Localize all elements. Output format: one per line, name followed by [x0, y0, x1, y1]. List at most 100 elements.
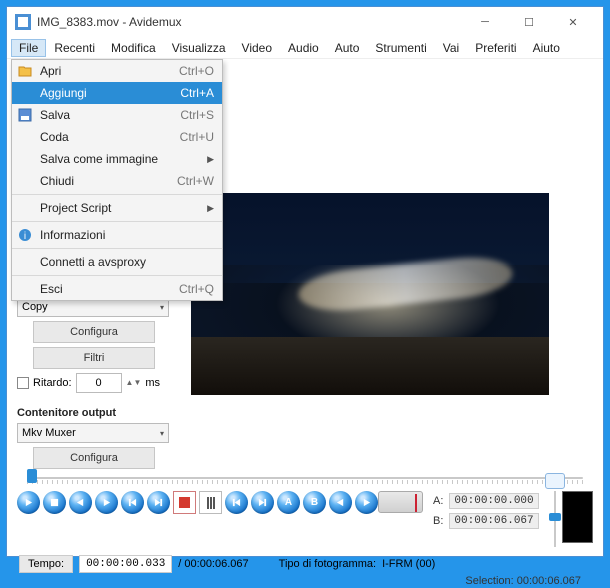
time-total: / 00:00:06.067	[178, 558, 248, 570]
menuitem-label: Connetti a avsproxy	[40, 255, 146, 269]
menuitem-label: Esci	[40, 282, 63, 296]
timeline-thumb[interactable]	[27, 469, 37, 483]
shortcut: Ctrl+W	[177, 174, 214, 188]
menuitem-queue[interactable]: Coda Ctrl+U	[12, 126, 222, 148]
maximize-button[interactable]: ☐	[507, 8, 551, 36]
marker-a-label: A:	[433, 495, 443, 507]
audio-configure-button[interactable]: Configura	[33, 321, 155, 343]
jog-wheel[interactable]	[378, 491, 423, 513]
shortcut: Ctrl+Q	[179, 282, 214, 296]
menu-preferiti[interactable]: Preferiti	[467, 39, 524, 57]
next-keyframe-button[interactable]	[147, 491, 170, 514]
speaker-icon[interactable]	[545, 473, 565, 489]
marker-b-label: B:	[433, 515, 443, 527]
window-title: IMG_8383.mov - Avidemux	[37, 15, 463, 29]
separator	[12, 275, 222, 276]
titlebar: IMG_8383.mov - Avidemux ─ ☐ ✕	[7, 7, 603, 37]
marker-a-value: 00:00:00.000	[449, 493, 538, 509]
separator	[12, 248, 222, 249]
frame-type-label: Tipo di fotogramma:	[279, 558, 376, 570]
goto-a-button[interactable]	[329, 491, 352, 514]
delete-selection-button[interactable]	[173, 491, 196, 514]
selection-readout: Selection: 00:00:06.067	[17, 575, 593, 587]
time-row: Tempo: 00:00:00.033 / 00:00:06.067 Tipo …	[17, 555, 593, 573]
prev-frame-button[interactable]	[69, 491, 92, 514]
app-window: IMG_8383.mov - Avidemux ─ ☐ ✕ File Recen…	[6, 6, 604, 557]
marker-b-button[interactable]: B	[303, 491, 326, 514]
goto-start-button[interactable]	[225, 491, 248, 514]
minimize-button[interactable]: ─	[463, 8, 507, 36]
menubar: File Recenti Modifica Visualizza Video A…	[7, 37, 603, 59]
menuitem-info[interactable]: i Informazioni	[12, 224, 222, 246]
chevron-down-icon: ▾	[160, 429, 164, 438]
time-current-input[interactable]: 00:00:00.033	[79, 555, 172, 573]
menuitem-label: Informazioni	[40, 228, 105, 242]
menuitem-avsproxy[interactable]: Connetti a avsproxy	[12, 251, 222, 273]
delay-unit: ms	[145, 377, 160, 389]
menuitem-close[interactable]: Chiudi Ctrl+W	[12, 170, 222, 192]
shortcut: Ctrl+O	[179, 64, 214, 78]
thumbnail-preview	[562, 491, 593, 543]
play-button[interactable]	[17, 491, 40, 514]
prev-keyframe-button[interactable]	[121, 491, 144, 514]
marker-a-button[interactable]: A	[277, 491, 300, 514]
transport-controls: A B A: 00:00:00.000 B: 00:00:06.067	[17, 491, 593, 547]
submenu-arrow-icon: ▶	[207, 203, 214, 214]
menuitem-open[interactable]: Apri Ctrl+O	[12, 60, 222, 82]
delay-spinner[interactable]: 0	[76, 373, 122, 393]
delay-label: Ritardo:	[33, 377, 72, 389]
menu-visualizza[interactable]: Visualizza	[164, 39, 234, 57]
menu-aiuto[interactable]: Aiuto	[525, 39, 568, 57]
menu-modifica[interactable]: Modifica	[103, 39, 164, 57]
shortcut: Ctrl+U	[180, 130, 214, 144]
delay-checkbox[interactable]	[17, 377, 29, 389]
save-icon	[18, 108, 32, 122]
menuitem-save[interactable]: Salva Ctrl+S	[12, 104, 222, 126]
menu-recenti[interactable]: Recenti	[46, 39, 103, 57]
combo-value: Mkv Muxer	[22, 427, 76, 439]
folder-open-icon	[18, 64, 32, 78]
set-marker-button[interactable]	[199, 491, 222, 514]
volume-slider[interactable]	[547, 491, 556, 547]
shortcut: Ctrl+A	[180, 86, 214, 100]
menu-auto[interactable]: Auto	[327, 39, 368, 57]
menu-file[interactable]: File	[11, 39, 46, 57]
marker-readout: A: 00:00:00.000 B: 00:00:06.067	[433, 491, 539, 531]
goto-b-button[interactable]	[355, 491, 378, 514]
timeline-slider[interactable]	[19, 467, 591, 485]
menuitem-label: Apri	[40, 64, 61, 78]
next-frame-button[interactable]	[95, 491, 118, 514]
separator	[12, 194, 222, 195]
menuitem-label: Salva come immagine	[40, 152, 158, 166]
menuitem-exit[interactable]: Esci Ctrl+Q	[12, 278, 222, 300]
submenu-arrow-icon: ▶	[207, 154, 214, 165]
menu-audio[interactable]: Audio	[280, 39, 327, 57]
separator	[12, 221, 222, 222]
audio-filters-button[interactable]: Filtri	[33, 347, 155, 369]
menuitem-label: Project Script	[40, 201, 111, 215]
close-button[interactable]: ✕	[551, 8, 595, 36]
svg-text:i: i	[24, 231, 26, 242]
window-controls: ─ ☐ ✕	[463, 8, 595, 36]
menu-vai[interactable]: Vai	[435, 39, 467, 57]
container-heading: Contenitore output	[17, 407, 187, 419]
goto-end-button[interactable]	[251, 491, 274, 514]
chevron-down-icon: ▾	[160, 303, 164, 312]
time-label: Tempo:	[19, 555, 73, 573]
menuitem-save-image[interactable]: Salva come immagine ▶	[12, 148, 222, 170]
stop-button[interactable]	[43, 491, 66, 514]
frame-type-value: I-FRM (00)	[382, 558, 435, 570]
menuitem-label: Chiudi	[40, 174, 74, 188]
menuitem-project-script[interactable]: Project Script ▶	[12, 197, 222, 219]
menu-video[interactable]: Video	[234, 39, 280, 57]
menuitem-append[interactable]: AggiungiCtrl+A	[12, 82, 222, 104]
file-menu-dropdown: Apri Ctrl+O AggiungiCtrl+A Salva Ctrl+S Co…	[11, 59, 223, 301]
menuitem-label: Salva	[40, 108, 70, 122]
menuitem-label: Coda	[40, 130, 69, 144]
spinner-arrows-icon[interactable]: ▲▼	[126, 379, 142, 387]
container-select[interactable]: Mkv Muxer ▾	[17, 423, 169, 443]
marker-b-value: 00:00:06.067	[449, 513, 538, 529]
shortcut: Ctrl+S	[180, 108, 214, 122]
menu-strumenti[interactable]: Strumenti	[367, 39, 434, 57]
video-preview	[191, 193, 549, 395]
